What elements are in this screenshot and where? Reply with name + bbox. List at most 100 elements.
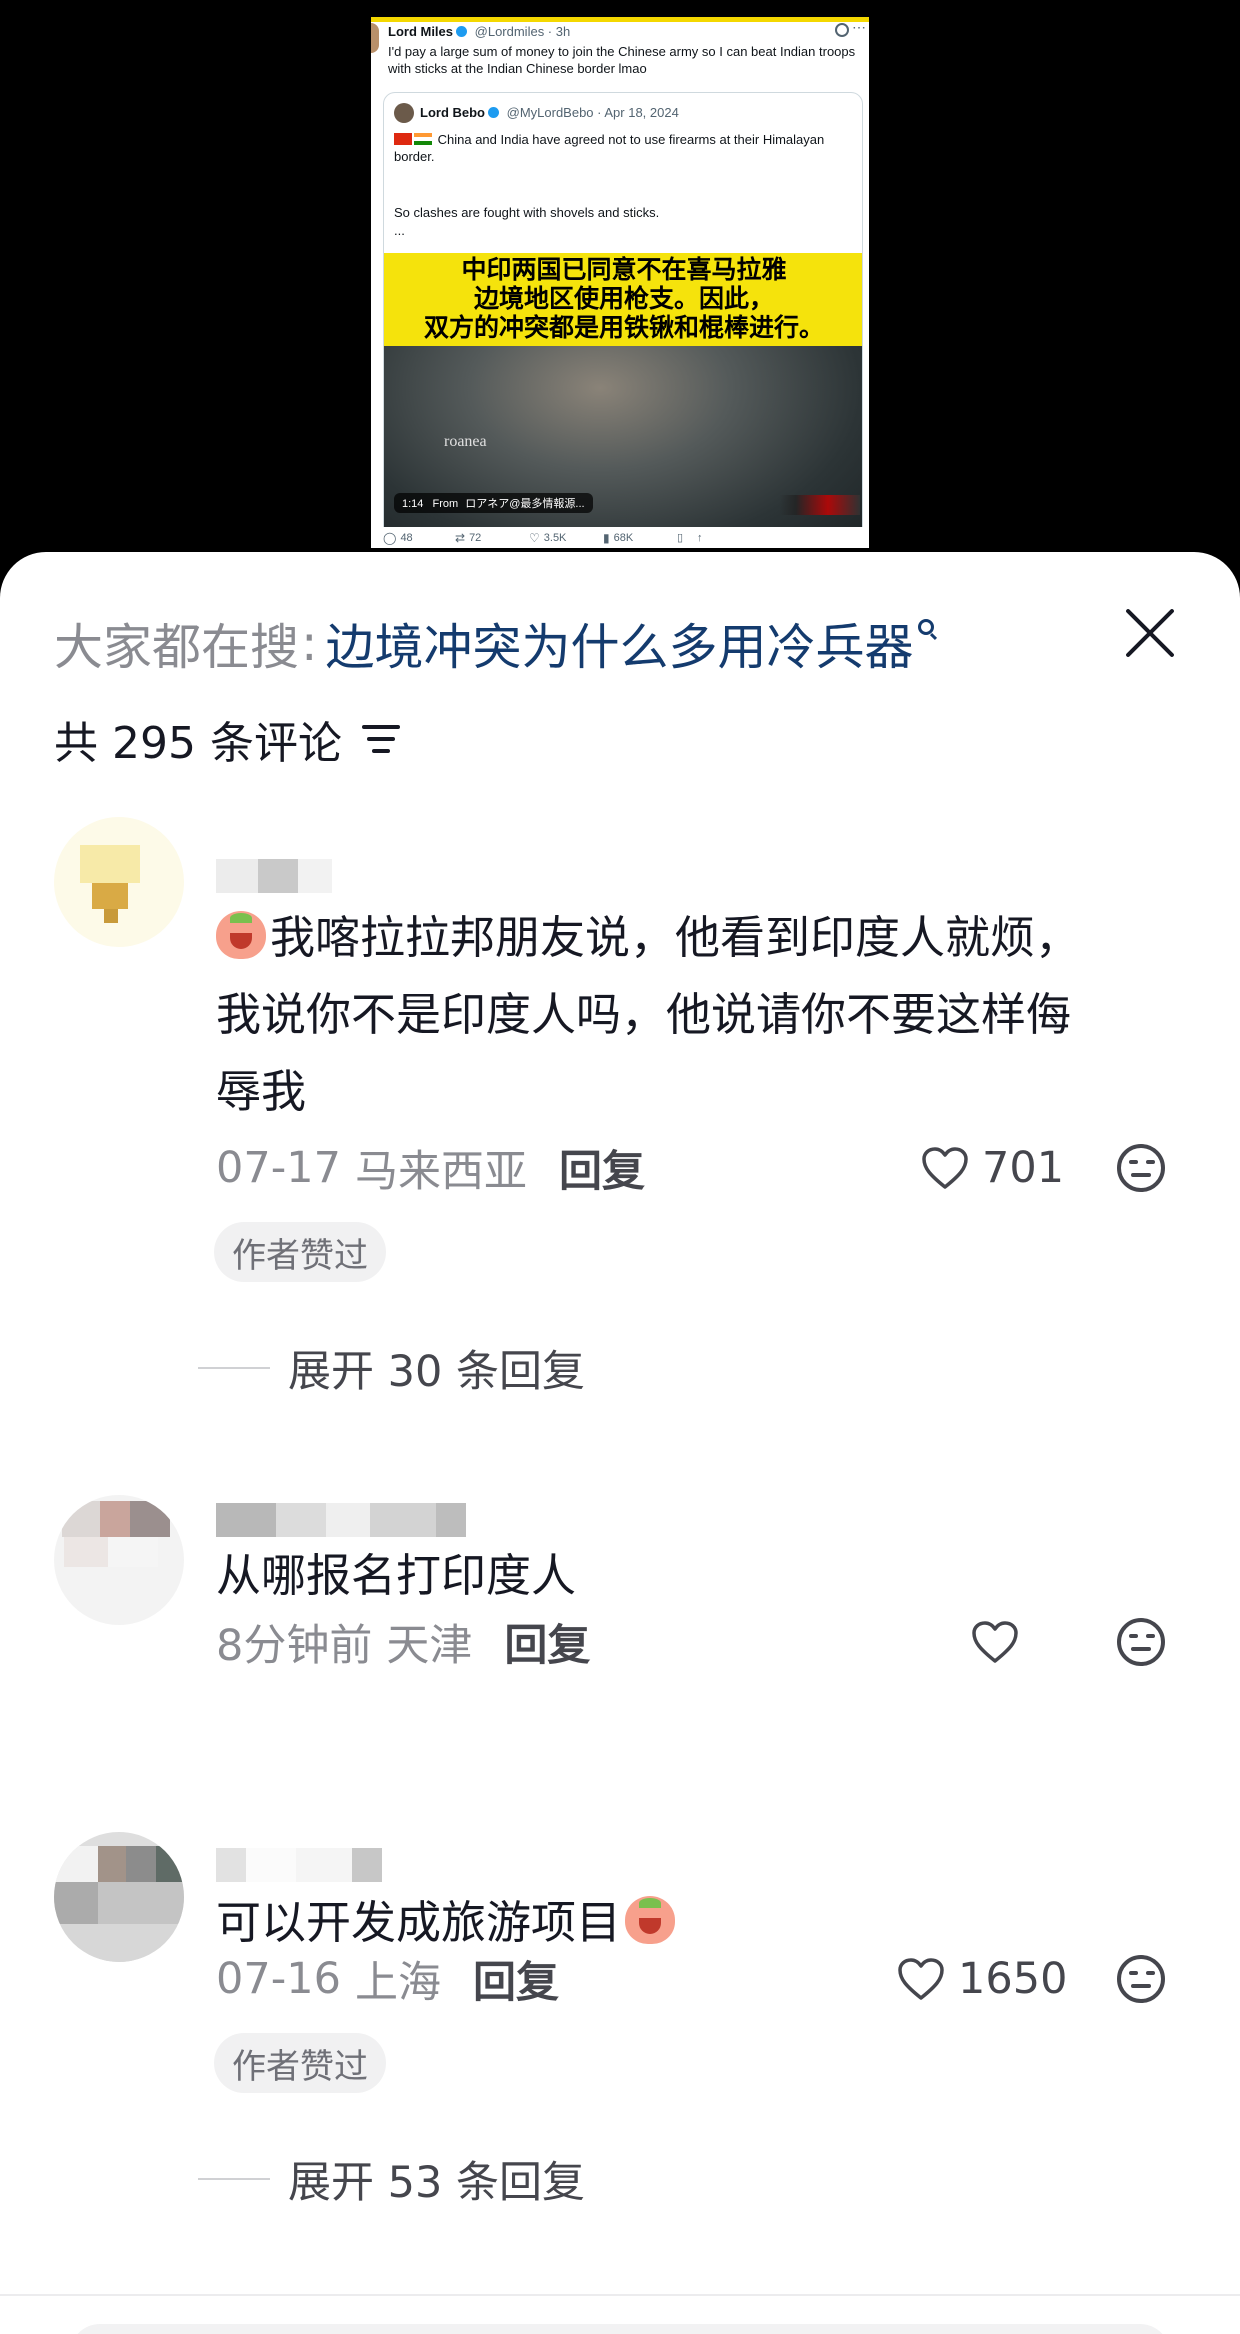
comment-count-bar: 共 295 条评论 [54,707,400,771]
china-flag-icon [394,133,412,145]
dislike-icon[interactable] [1117,1618,1165,1666]
like-count: 3.5K [543,531,567,544]
quoted-author-avatar [394,103,414,123]
comment-text: 我喀拉拉邦朋友说，他看到印度人就烦， 我说你不是印度人吗，他说请你不要这样侮 辱… [216,899,1176,1130]
divider [198,1367,270,1369]
comment-sheet: 大家都在搜 : 边境冲突为什么多用冷兵器 共 295 条评论 我喀拉拉邦朋友说，… [0,552,1240,2334]
more-icon: ⋯ [852,19,866,35]
heart-icon [898,1958,944,2000]
reply-icon: ◯ [383,530,397,545]
quoted-author-name: Lord Bebo [420,105,485,120]
search-icon [917,619,934,635]
video-source-name: ロアネア@最多情報源... [465,498,585,510]
dislike-icon[interactable] [1117,1955,1165,2003]
verified-icon [488,107,499,118]
comment-count: 共 295 条评论 [54,718,342,769]
comment-meta: 07-16 上海 回复 [216,1952,559,2008]
trending-search-colon: : [301,614,318,672]
tweet-author-avatar [371,23,379,53]
like-button[interactable] [970,1615,1020,1669]
author-liked-badge: 作者赞过 [214,1222,386,1282]
heart-icon [972,1621,1018,1663]
avatar[interactable] [54,1832,184,1962]
comment-time: 07-17 [216,1143,341,1193]
quoted-text: China and India have agreed not to use f… [394,132,825,164]
sort-icon[interactable] [361,725,400,753]
retweet-stat: ⇄ 72 [455,531,481,545]
comment-location: 上海 [354,1958,441,2008]
tweet-author-handle: @Lordmiles · 3h [474,24,571,39]
video-duration: 1:14 [402,498,424,510]
avatar[interactable] [54,817,184,947]
tweet-screenshot: Lord Miles @Lordmiles · 3h ⋯ I'd pay a l… [371,17,869,548]
expand-replies-label[interactable]: 展开 53 条回复 [288,2148,585,2210]
verified-icon [456,26,468,37]
expand-replies-label[interactable]: 展开 30 条回复 [288,1337,585,1399]
dislike-icon[interactable] [1117,1144,1165,1192]
username-blurred[interactable] [216,1848,382,1882]
username-blurred[interactable] [216,859,332,893]
expand-replies[interactable]: 展开 53 条回复 [198,2148,585,2210]
comment-location: 马来西亚 [354,1147,527,1197]
like-stat: ♡ 3.5K [529,531,566,545]
share-icon: ↑ [697,531,703,544]
quoted-tweet: Lord Bebo @MyLordBebo · Apr 18, 2024 Chi… [383,92,863,547]
close-icon[interactable] [1121,604,1179,662]
avatar[interactable] [54,1495,184,1625]
comment-time: 07-16 [216,1954,341,2004]
expand-replies[interactable]: 展开 30 条回复 [198,1337,585,1399]
grok-icon [835,23,849,37]
reply-stat: ◯ 48 [383,531,413,545]
quoted-text-line1: China and India have agreed not to use f… [394,131,834,165]
divider [198,2178,270,2180]
comment-time: 8分钟前 [216,1621,373,1671]
tweet-actions: ◯ 48 ⇄ 72 ♡ 3.5K ▮ 68K ▯ ↑ [371,527,869,548]
video-watermark: roanea [444,433,487,450]
reply-count: 48 [400,531,413,544]
cropped-caption-strip [371,17,869,22]
divider [0,2294,1240,2296]
comment-input[interactable] [70,2324,1170,2334]
author-liked-badge: 作者赞过 [214,2033,386,2093]
quoted-header: Lord Bebo @MyLordBebo · Apr 18, 2024 [420,105,679,120]
video-caption-text: 中印两国已同意不在喜马拉雅 边境地区使用枪支。因此， 双方的冲突都是用铁锹和棍棒… [423,255,824,342]
like-button[interactable]: 701 [920,1141,1064,1195]
trending-search-keyword[interactable]: 边境冲突为什么多用冷兵器 [326,608,914,679]
retweet-icon: ⇄ [455,530,466,545]
like-button[interactable]: 1650 [896,1952,1067,2006]
video-caption: 中印两国已同意不在喜马拉雅 边境地区使用枪支。因此， 双方的冲突都是用铁锹和棍棒… [384,253,862,346]
retweet-count: 72 [469,531,482,544]
views-count: 68K [613,531,634,544]
comment-body: 我喀拉拉邦朋友说，他看到印度人就烦， 我说你不是印度人吗，他说请你不要这样侮 辱… [216,911,1081,1118]
comment-meta: 8分钟前 天津 回复 [216,1615,590,1671]
like-count: 1650 [958,1954,1068,2004]
video-player[interactable]: Lord Miles @Lordmiles · 3h ⋯ I'd pay a l… [0,0,1240,600]
video-duration-badge: 1:14 From ロアネア@最多情報源... [394,493,593,513]
india-flag-icon [414,133,432,145]
bar-chart-icon: ▮ [603,530,610,545]
comment-location: 天津 [386,1621,473,1671]
views-stat: ▮ 68K [603,531,633,545]
quoted-ellipsis: ... [394,223,405,238]
comment-body: 可以开发成旅游项目 [216,1896,622,1949]
heart-outline-icon: ♡ [529,530,540,545]
comment-text: 从哪报名打印度人 [216,1549,577,1602]
quoted-text-line2: So clashes are fought with shovels and s… [394,205,660,220]
crying-emoji-icon [216,911,266,959]
username-blurred[interactable] [216,1503,466,1537]
heart-icon [922,1147,968,1189]
reply-button[interactable]: 回复 [504,1611,590,1673]
reply-button[interactable]: 回复 [473,1948,559,2010]
trending-search-bar[interactable]: 大家都在搜 : 边境冲突为什么多用冷兵器 [54,612,934,676]
tweet-text: I'd pay a large sum of money to join the… [388,44,856,76]
crying-emoji-icon [625,1896,676,1944]
like-count: 701 [982,1143,1065,1193]
quoted-author-handle: @MyLordBebo · Apr 18, 2024 [506,105,679,120]
trending-search-prefix: 大家都在搜 [54,618,300,676]
channel-logo [780,495,860,515]
tweet-author-name: Lord Miles [388,24,454,39]
quoted-video: 中印两国已同意不在喜马拉雅 边境地区使用枪支。因此， 双方的冲突都是用铁锹和棍棒… [384,253,862,546]
reply-button[interactable]: 回复 [559,1137,645,1199]
video-source-prefix: From [432,498,459,510]
comment-meta: 07-17 马来西亚 回复 [216,1141,645,1197]
